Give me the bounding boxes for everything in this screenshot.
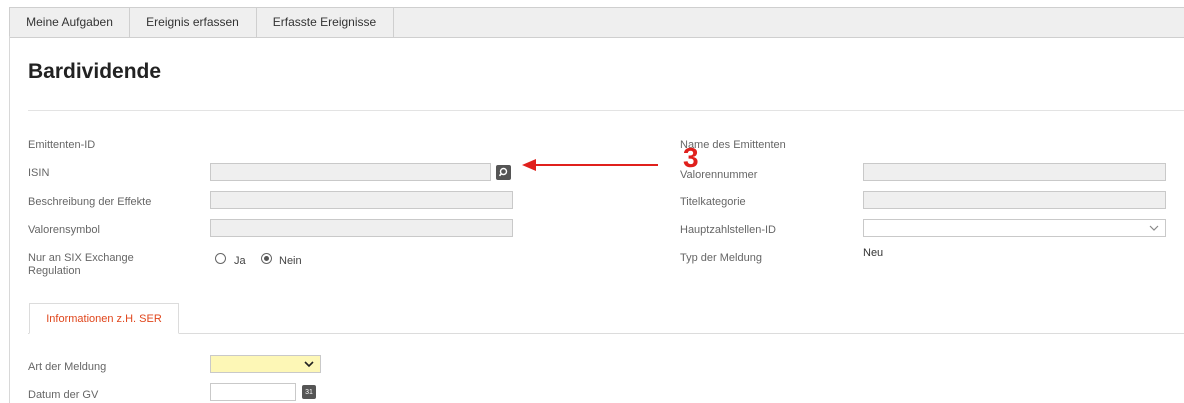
- calendar-icon[interactable]: 31: [302, 385, 316, 399]
- tab-erfasste-ereignisse[interactable]: Erfasste Ereignisse: [256, 8, 394, 37]
- arrow-left-icon: [522, 159, 658, 171]
- tab-meine-aufgaben[interactable]: Meine Aufgaben: [10, 8, 130, 37]
- datum-gv-label: Datum der GV: [28, 389, 99, 401]
- content-border: [9, 36, 10, 403]
- emittenten-id-label: Emittenten-ID: [28, 139, 96, 151]
- valorensymbol-input[interactable]: [210, 219, 513, 237]
- radio-nein-label: Nein: [279, 255, 302, 267]
- top-nav: Meine Aufgaben Ereignis erfassen Erfasst…: [9, 7, 1184, 38]
- radio-ja[interactable]: [215, 253, 226, 264]
- titelkategorie-input[interactable]: [863, 191, 1166, 209]
- valorensymbol-label: Valorensymbol: [28, 224, 100, 236]
- typ-meldung-label: Typ der Meldung: [680, 252, 762, 264]
- subtab-line: [28, 333, 1184, 334]
- hauptzahlstellen-label: Hauptzahlstellen-ID: [680, 224, 776, 236]
- isin-label: ISIN: [28, 167, 50, 179]
- radio-nein[interactable]: [261, 253, 272, 264]
- six-exchange-label: Nur an SIX Exchange Regulation: [28, 252, 134, 277]
- search-icon[interactable]: [496, 165, 511, 180]
- typ-meldung-value: Neu: [863, 247, 884, 259]
- art-meldung-select[interactable]: [210, 355, 321, 373]
- beschreibung-label: Beschreibung der Effekte: [28, 196, 152, 208]
- radio-ja-label: Ja: [234, 255, 246, 267]
- hauptzahlstellen-select[interactable]: [863, 219, 1166, 237]
- tab-informationen-ser[interactable]: Informationen z.H. SER: [29, 303, 179, 334]
- datum-gv-input[interactable]: [210, 383, 296, 401]
- isin-input[interactable]: [210, 163, 491, 181]
- page-title: Bardividende: [28, 60, 162, 83]
- annotation-number: 3: [683, 142, 699, 173]
- divider: [28, 110, 1184, 111]
- art-meldung-label: Art der Meldung: [28, 361, 107, 373]
- titelkategorie-label: Titelkategorie: [680, 196, 746, 208]
- chevron-down-icon: [304, 361, 314, 368]
- tab-ereignis-erfassen[interactable]: Ereignis erfassen: [129, 8, 257, 37]
- valorennummer-input[interactable]: [863, 163, 1166, 181]
- chevron-down-icon: [1149, 225, 1159, 231]
- beschreibung-input[interactable]: [210, 191, 513, 209]
